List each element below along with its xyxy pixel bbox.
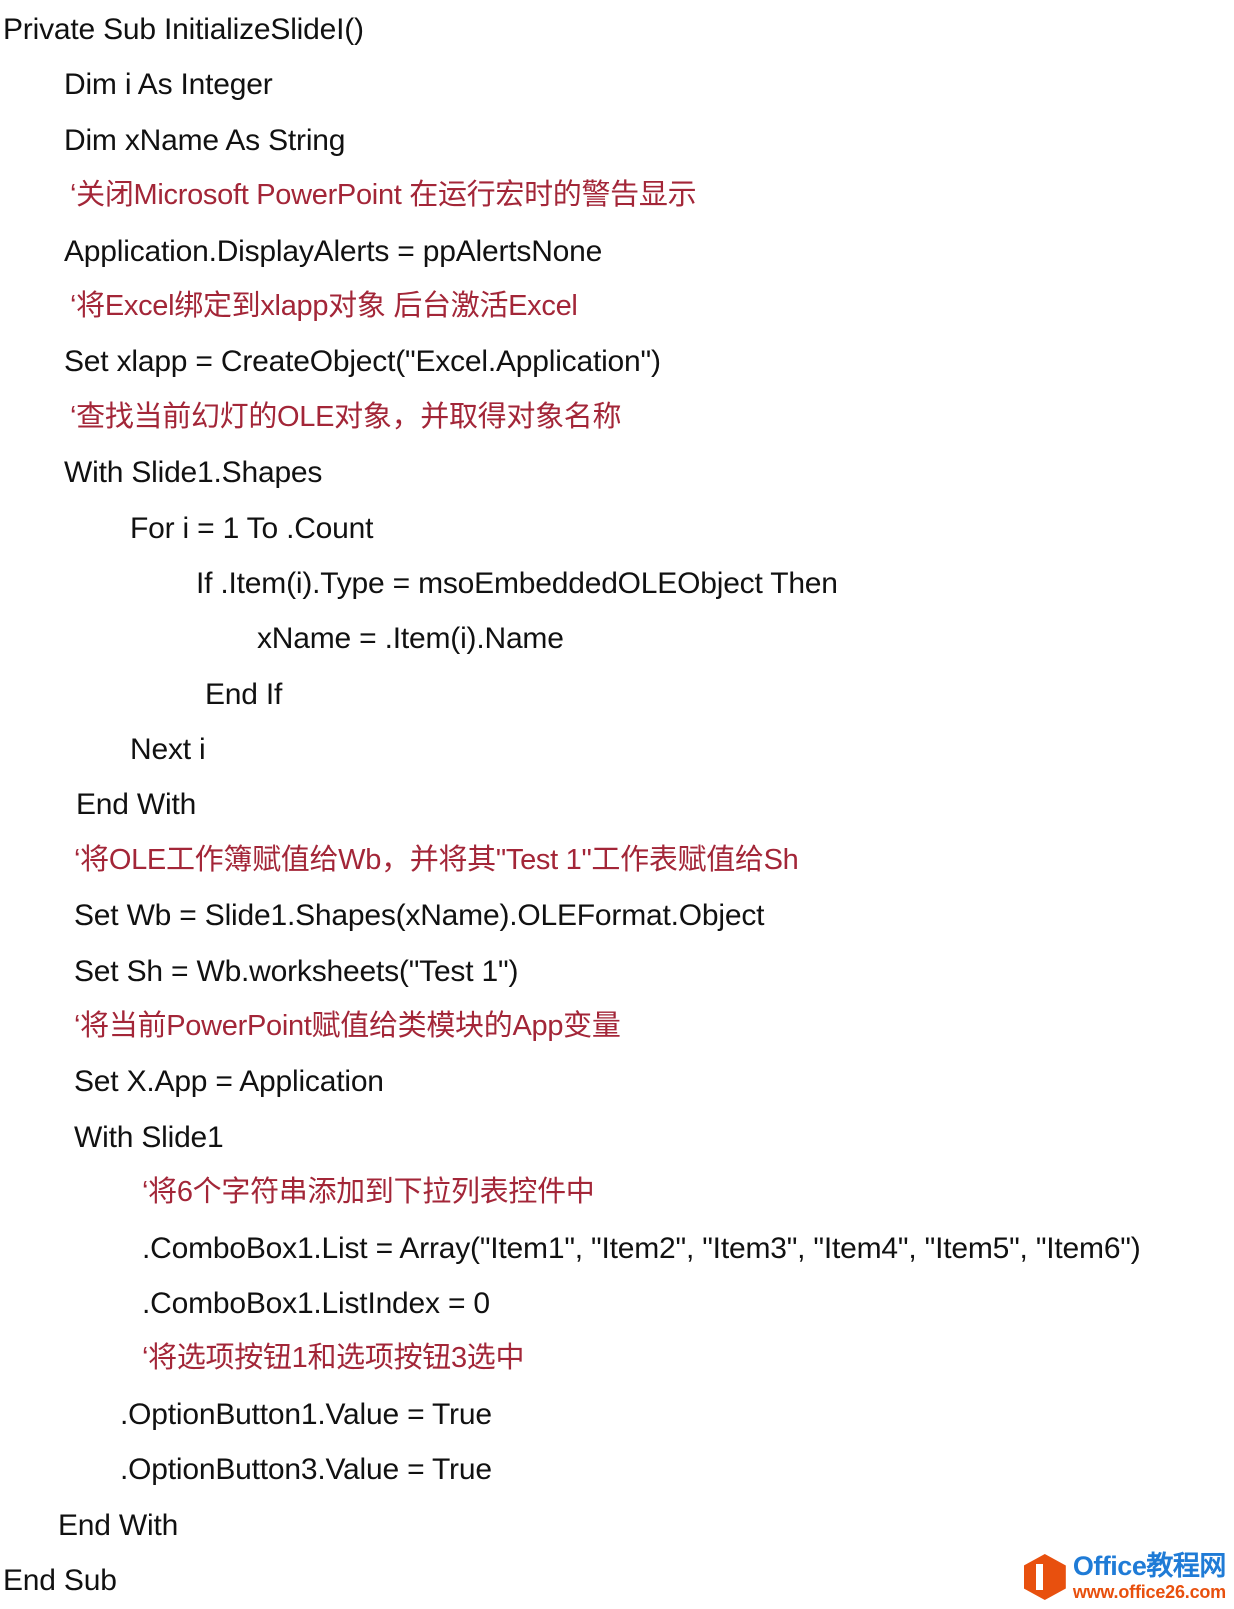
code-line: Dim i As Integer: [64, 68, 273, 102]
code-comment-line: ‘将OLE工作簿赋值给Wb，并将其"Test 1"工作表赋值给Sh: [74, 843, 799, 876]
code-comment-line: ‘将选项按钮1和选项按钮3选中: [142, 1342, 525, 1375]
code-line: If .Item(i).Type = msoEmbeddedOLEObject …: [196, 566, 838, 600]
watermark-site-name: Office教程网: [1072, 1551, 1227, 1581]
code-line: .OptionButton1.Value = True: [120, 1397, 492, 1431]
code-line: xName = .Item(i).Name: [257, 622, 564, 656]
watermark-text: Office教程网 www.office26.com: [1072, 1551, 1227, 1602]
code-line: Set X.App = Application: [74, 1065, 384, 1099]
office-logo-icon: [1023, 1554, 1066, 1600]
code-comment-line: ‘将Excel绑定到xlapp对象 后台激活Excel: [70, 289, 578, 322]
code-line: .ComboBox1.ListIndex = 0: [142, 1286, 490, 1320]
code-comment-line: ‘查找当前幻灯的OLE对象，并取得对象名称: [70, 400, 622, 433]
code-line: Application.DisplayAlerts = ppAlertsNone: [64, 234, 603, 268]
code-line: With Slide1: [74, 1120, 224, 1154]
code-line: Set xlapp = CreateObject("Excel.Applicat…: [64, 345, 661, 379]
code-line: End With: [58, 1508, 179, 1542]
code-comment-line: ‘将6个字符串添加到下拉列表控件中: [142, 1176, 595, 1209]
code-comment-line: ‘关闭Microsoft PowerPoint 在运行宏时的警告显示: [70, 179, 697, 212]
code-line: Private Sub InitializeSlideI(): [3, 13, 364, 46]
code-line: .OptionButton3.Value = True: [120, 1453, 492, 1487]
code-line: Dim xName As String: [64, 123, 346, 157]
code-comment-line: ‘将当前PowerPoint赋值给类模块的App变量: [74, 1010, 621, 1043]
code-line: End If: [205, 677, 283, 711]
site-watermark: Office教程网 www.office26.com: [1023, 1551, 1227, 1602]
code-listing: Private Sub InitializeSlideI() Dim i As I…: [0, 0, 1234, 1608]
watermark-site-url: www.office26.com: [1072, 1582, 1226, 1602]
code-line: With Slide1.Shapes: [64, 456, 323, 490]
code-line: Next i: [130, 733, 206, 767]
code-line: End With: [76, 788, 197, 822]
code-line: For i = 1 To .Count: [130, 511, 374, 545]
code-line: Set Wb = Slide1.Shapes(xName).OLEFormat.…: [74, 899, 765, 933]
code-line: Set Sh = Wb.worksheets("Test 1"): [74, 954, 519, 988]
code-line: .ComboBox1.List = Array("Item1", "Item2"…: [142, 1231, 1141, 1265]
